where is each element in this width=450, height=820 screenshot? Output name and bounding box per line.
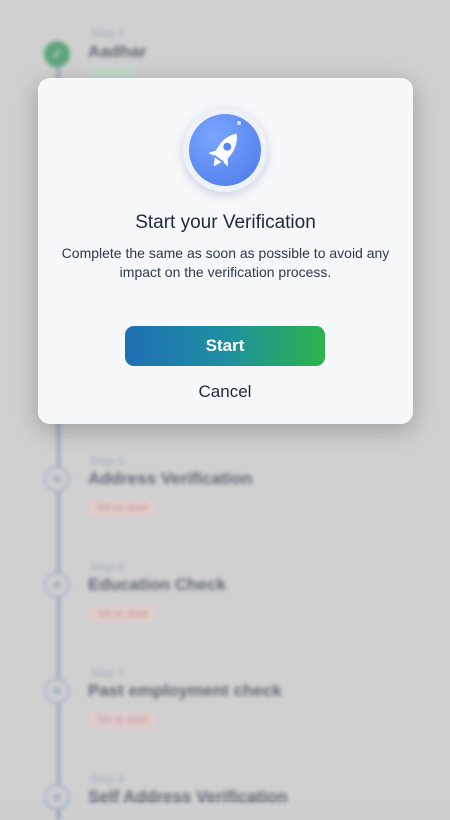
start-verification-dialog: Start your Verification Complete the sam… — [38, 78, 413, 424]
cancel-button[interactable]: Cancel — [175, 380, 275, 404]
dialog-title: Start your Verification — [135, 212, 316, 233]
dialog-description: Complete the same as soon as possible to… — [61, 245, 390, 280]
rocket-icon — [183, 108, 267, 192]
start-button[interactable]: Start — [125, 326, 325, 366]
